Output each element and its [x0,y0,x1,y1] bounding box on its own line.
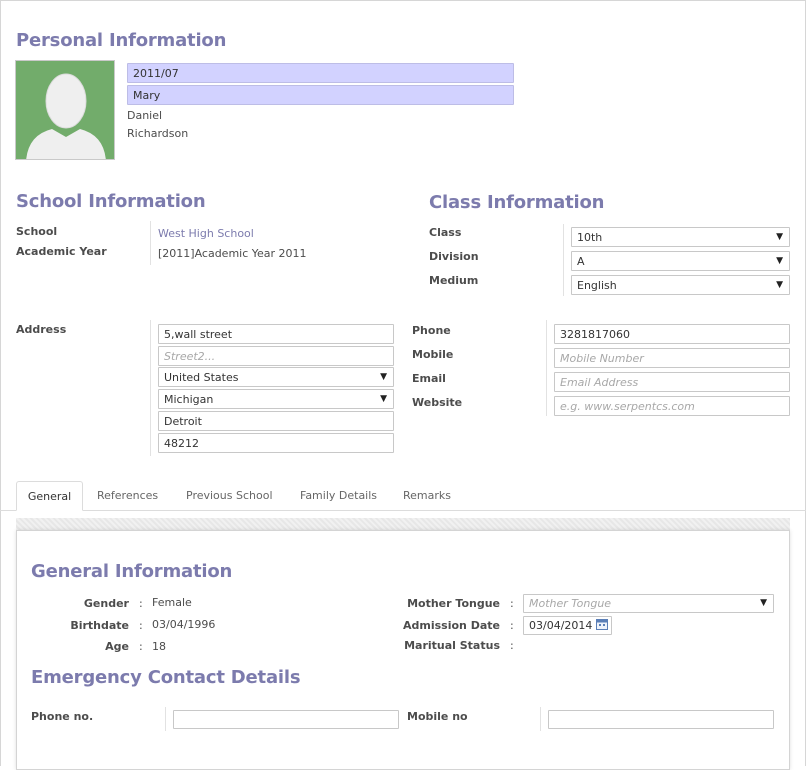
student-photo[interactable] [15,60,115,160]
separator [546,320,547,416]
first-name-value: Mary [133,89,161,102]
gender-label: Gender [83,597,129,610]
academic-year-label: Academic Year [16,245,107,258]
colon: : [139,597,143,610]
calendar-icon[interactable] [596,618,608,630]
mobile-label: Mobile [412,348,454,361]
city-value: Detroit [164,415,202,428]
student-code-field[interactable]: 2011/07 [127,63,514,83]
division-value: A [577,255,585,268]
tab-previous-school-label: Previous School [186,489,273,502]
tab-previous-school[interactable]: Previous School [175,481,284,510]
tab-remarks[interactable]: Remarks [392,481,462,510]
street-value: 5,wall street [164,328,233,341]
mother-tongue-label: Mother Tongue [407,597,500,610]
general-info-heading: General Information [31,561,233,582]
medium-select[interactable]: English ▼ [571,275,790,295]
class-value: 10th [577,231,603,244]
website-label: Website [412,396,463,409]
division-label: Division [429,250,479,263]
separator [540,707,541,731]
street-input[interactable]: 5,wall street [158,324,394,344]
emergency-mobile-input[interactable] [548,710,774,729]
chevron-down-icon: ▼ [380,394,387,404]
tab-general[interactable]: General [16,481,83,511]
separator [165,707,166,731]
middle-name[interactable]: Daniel [127,109,162,122]
chevron-down-icon: ▼ [760,598,767,608]
mother-tongue-placeholder: Mother Tongue [529,597,612,610]
admission-date-label: Admission Date [403,619,500,632]
class-info-heading: Class Information [429,192,605,213]
city-input[interactable]: Detroit [158,411,394,431]
mobile-placeholder: Mobile Number [560,352,644,365]
emergency-mobile-label: Mobile no [407,710,468,723]
colon: : [510,597,514,610]
gender-value[interactable]: Female [152,596,192,609]
tab-general-label: General [27,490,72,503]
school-label: School [16,225,58,238]
tab-family-details-label: Family Details [300,489,378,502]
student-code-value: 2011/07 [133,67,179,80]
mother-tongue-select[interactable]: Mother Tongue ▼ [523,594,774,613]
birthdate-value[interactable]: 03/04/1996 [152,618,215,631]
street2-placeholder: Street2... [164,350,216,363]
academic-year-value[interactable]: [2011]Academic Year 2011 [158,247,307,260]
last-name[interactable]: Richardson [127,127,188,140]
colon: : [510,619,514,632]
state-select[interactable]: Michigan ▼ [158,389,394,409]
phone-input[interactable]: 3281817060 [554,324,790,344]
colon: : [510,639,514,652]
email-label: Email [412,372,446,385]
separator [563,224,564,296]
website-placeholder: e.g. www.serpentcs.com [560,400,695,413]
tab-content-stripe [16,518,790,530]
country-value: United States [164,371,239,384]
email-placeholder: Email Address [560,376,639,389]
separator [150,320,151,456]
age-value[interactable]: 18 [152,640,166,653]
address-label: Address [16,323,67,336]
colon: : [139,619,143,632]
emergency-phone-label: Phone no. [31,710,94,723]
tab-family-details[interactable]: Family Details [289,481,388,510]
medium-value: English [577,279,617,292]
tab-references[interactable]: References [86,481,169,510]
zip-value: 48212 [164,437,199,450]
division-select[interactable]: A ▼ [571,251,790,271]
phone-label: Phone [412,324,451,337]
colon: : [139,640,143,653]
email-input[interactable]: Email Address [554,372,790,392]
chevron-down-icon: ▼ [776,280,783,290]
tab-remarks-label: Remarks [403,489,451,502]
chevron-down-icon: ▼ [380,372,387,382]
street2-input[interactable]: Street2... [158,346,394,366]
admission-date-value: 03/04/2014 [529,619,593,632]
birthdate-label: Birthdate [70,619,129,632]
age-label: Age [105,640,129,653]
class-label: Class [429,226,462,239]
mobile-input[interactable]: Mobile Number [554,348,790,368]
website-input[interactable]: e.g. www.serpentcs.com [554,396,790,416]
country-select[interactable]: United States ▼ [158,367,394,387]
emergency-phone-input[interactable] [173,710,399,729]
medium-label: Medium [429,274,479,287]
class-select[interactable]: 10th ▼ [571,227,790,247]
tab-references-label: References [97,489,159,502]
user-avatar-icon [26,73,106,159]
marital-status-label: Maritual Status [404,639,500,652]
school-link[interactable]: West High School [158,227,254,240]
school-info-heading: School Information [16,191,206,212]
state-value: Michigan [164,393,214,406]
phone-value: 3281817060 [560,328,630,341]
zip-input[interactable]: 48212 [158,433,394,453]
chevron-down-icon: ▼ [776,232,783,242]
first-name-field[interactable]: Mary [127,85,514,105]
emergency-contact-heading: Emergency Contact Details [31,667,301,688]
separator [150,221,151,265]
chevron-down-icon: ▼ [776,256,783,266]
personal-info-heading: Personal Information [16,30,227,51]
